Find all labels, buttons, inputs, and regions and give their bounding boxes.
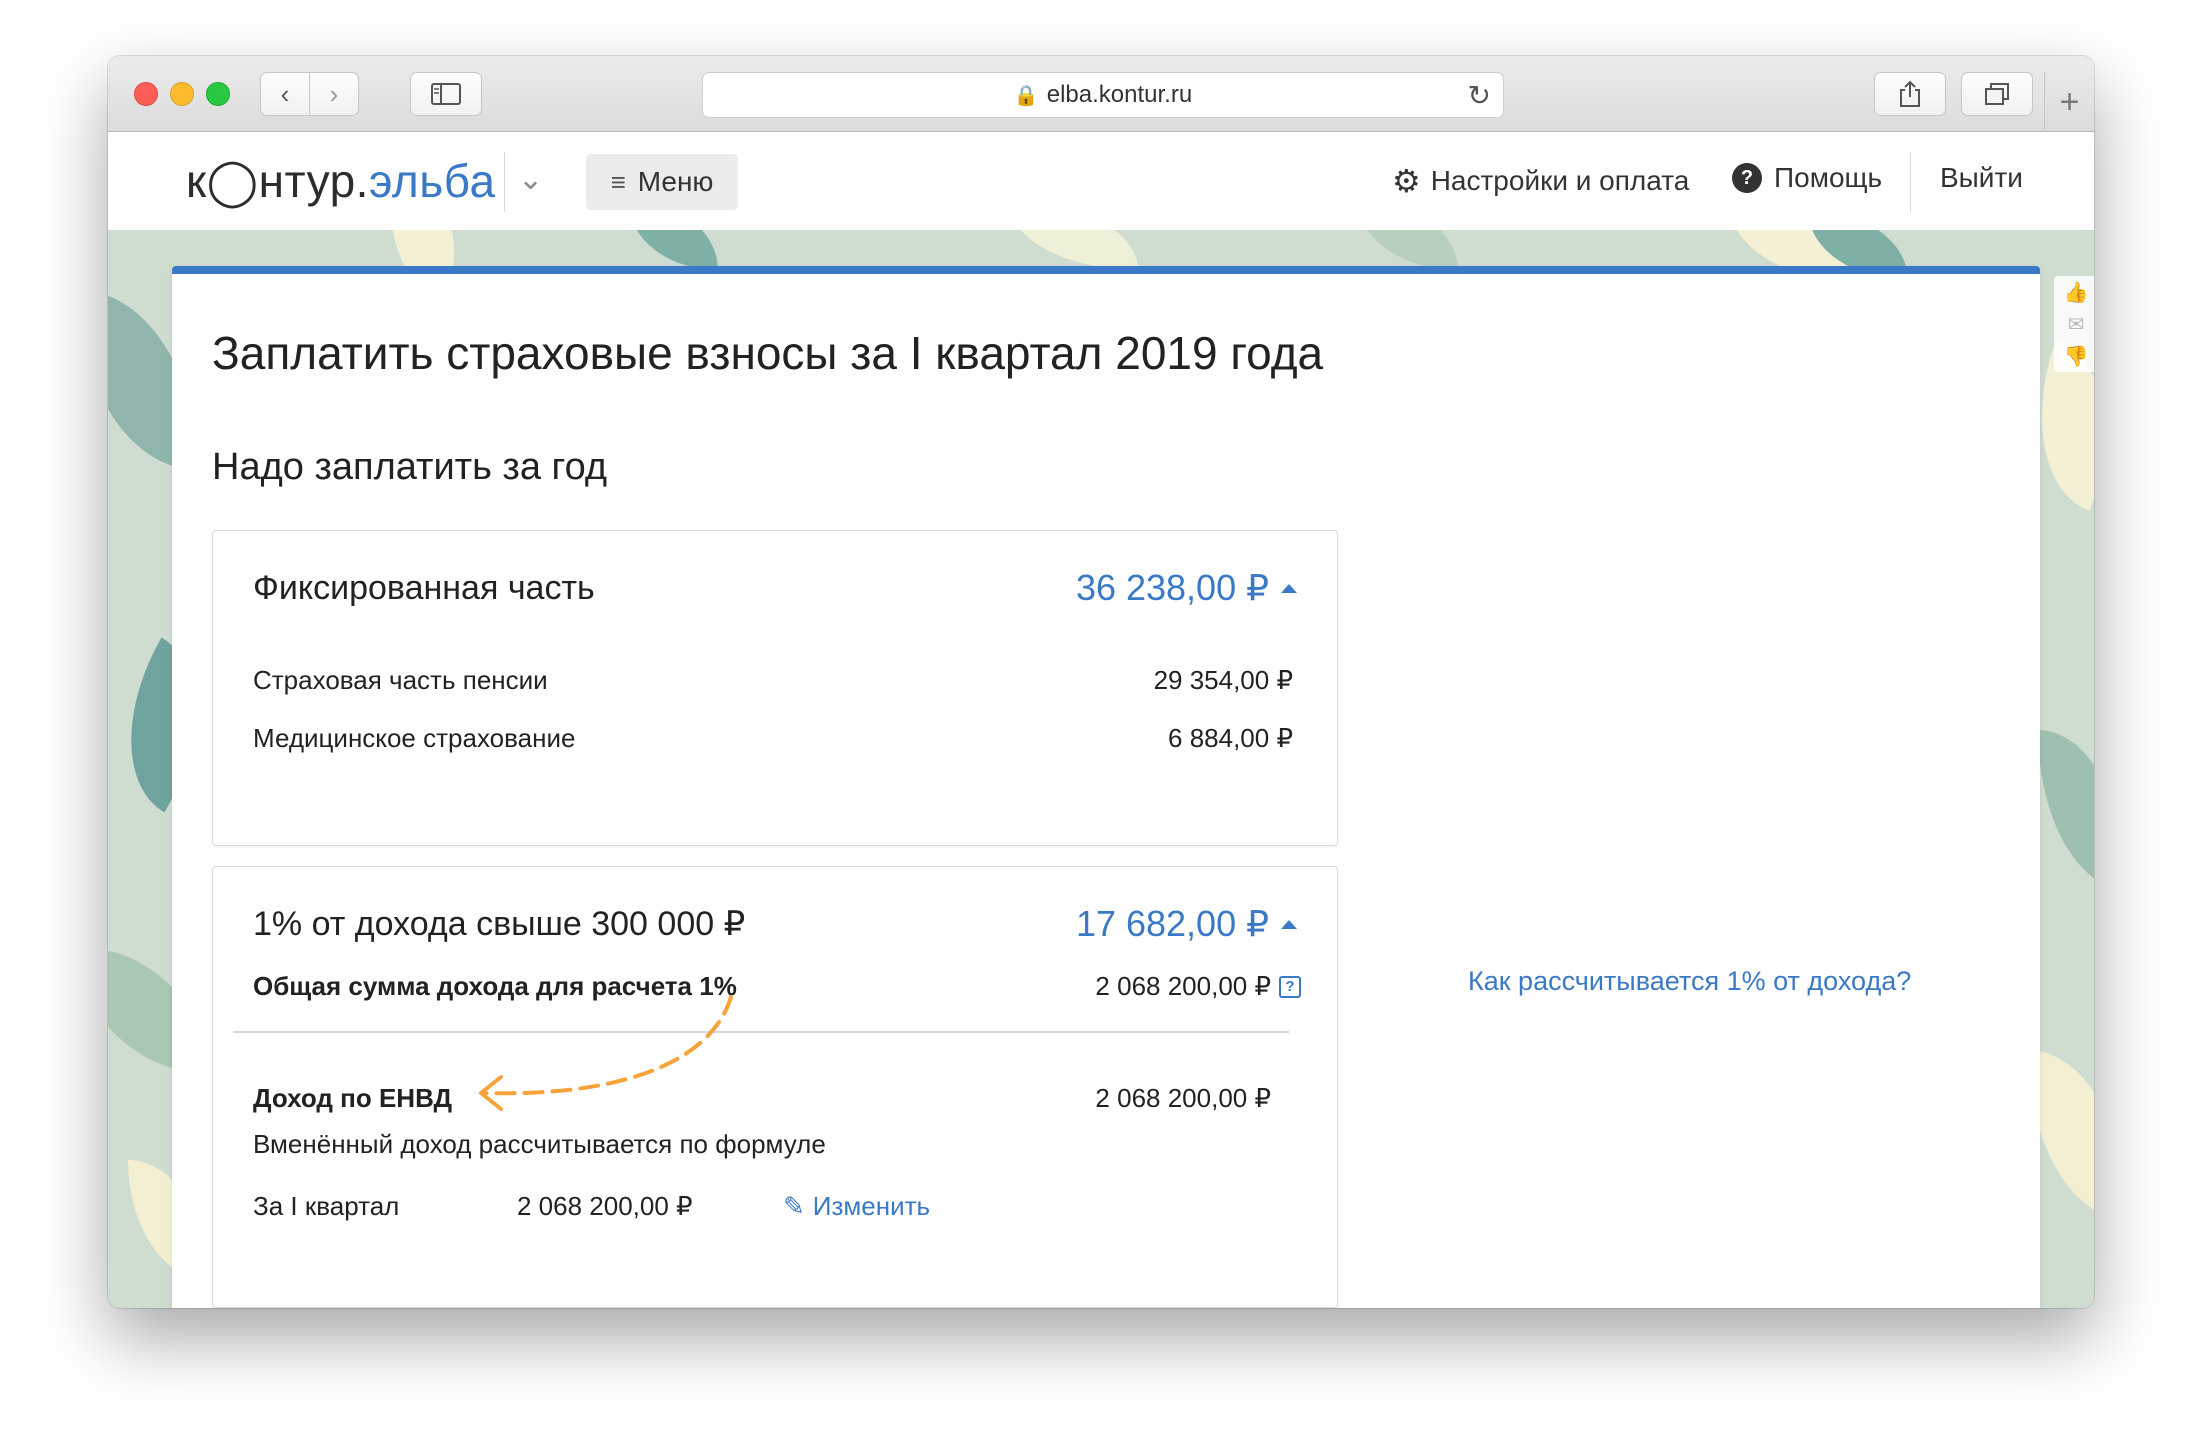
logo-main-text: к◯нтур. bbox=[186, 155, 369, 207]
medical-label: Медицинское страхование bbox=[253, 723, 576, 753]
help-link[interactable]: ? Помощь bbox=[1732, 162, 1882, 194]
gear-icon: ⚙ bbox=[1392, 163, 1421, 199]
sidebar-icon bbox=[431, 83, 461, 105]
page-title: Заплатить страховые взносы за I квартал … bbox=[212, 327, 1324, 379]
formula-note: Вменённый доход рассчитывается по формул… bbox=[253, 1129, 826, 1159]
how-1-percent-calculated-link[interactable]: Как рассчитывается 1% от дохода? bbox=[1468, 966, 1911, 997]
sidebar-toggle-button[interactable] bbox=[410, 72, 482, 116]
medical-value: 6 884,00 ₽ bbox=[1168, 723, 1293, 753]
collapse-caret-icon bbox=[1281, 919, 1297, 929]
thumbs-down-icon[interactable]: 👎 bbox=[2064, 344, 2089, 369]
percent-amount-value: 17 682,00 ₽ bbox=[1075, 903, 1269, 944]
pencil-icon: ✎ bbox=[783, 1191, 805, 1221]
menu-label: Меню bbox=[637, 166, 714, 197]
chevron-right-icon: › bbox=[329, 78, 339, 109]
fixed-part-amount-value: 36 238,00 ₽ bbox=[1075, 567, 1269, 608]
fixed-part-label: Фиксированная часть bbox=[253, 568, 595, 607]
section-divider bbox=[233, 1031, 1289, 1033]
hamburger-icon: ≡ bbox=[610, 166, 626, 197]
address-url: elba.kontur.ru bbox=[1046, 81, 1193, 108]
section-title: Надо заплатить за год bbox=[212, 446, 608, 488]
collapse-caret-icon bbox=[1281, 583, 1297, 593]
total-income-value: 2 068 200,00 ₽ bbox=[1095, 971, 1271, 1001]
medical-row: Медицинское страхование 6 884,00 ₽ bbox=[253, 723, 1293, 754]
help-icon: ? bbox=[1732, 163, 1762, 193]
fixed-part-amount[interactable]: 36 238,00 ₽ bbox=[1076, 567, 1297, 609]
tabs-icon bbox=[1985, 83, 2009, 105]
header-divider bbox=[504, 152, 505, 212]
quarter-value: 2 068 200,00 ₽ bbox=[517, 1191, 693, 1221]
feedback-widget: 👍 ✉ 👎 bbox=[2054, 276, 2094, 372]
logout-link[interactable]: Выйти bbox=[1940, 162, 2023, 194]
question-hint-icon[interactable]: ? bbox=[1279, 975, 1301, 998]
envelope-icon[interactable]: ✉ bbox=[2068, 312, 2085, 337]
lock-icon: 🔒 bbox=[1013, 84, 1039, 107]
close-window-button[interactable] bbox=[134, 82, 158, 106]
address-bar[interactable]: 🔒 elba.kontur.ru ↻ bbox=[702, 72, 1504, 118]
minimize-window-button[interactable] bbox=[170, 82, 194, 106]
quarter-row: За I квартал 2 068 200,00 ₽ ✎ Изменить bbox=[253, 1191, 1293, 1222]
forward-button[interactable]: › bbox=[309, 72, 359, 116]
logo-accent-text: эльба bbox=[368, 155, 496, 207]
share-icon bbox=[1900, 80, 1920, 107]
edit-label: Изменить bbox=[812, 1191, 931, 1221]
header-divider-right bbox=[1910, 152, 1911, 212]
kontur-elba-logo[interactable]: к◯нтур.эльба bbox=[186, 154, 496, 208]
total-income-row: Общая сумма дохода для расчета 1% 2 068 … bbox=[253, 971, 1301, 1002]
quarter-label: За I квартал bbox=[253, 1191, 400, 1221]
browser-window: ‹ › 🔒 elba.kontur.ru ↻ + к◯нтур.эльба ⌄ … bbox=[108, 56, 2094, 1308]
new-tab-button[interactable]: + bbox=[2044, 72, 2094, 132]
browser-toolbar: ‹ › 🔒 elba.kontur.ru ↻ + bbox=[108, 56, 2094, 132]
envd-value: 2 068 200,00 ₽ bbox=[1095, 1083, 1271, 1113]
chevron-left-icon: ‹ bbox=[280, 78, 290, 109]
settings-label: Настройки и оплата bbox=[1430, 165, 1690, 196]
app-header: к◯нтур.эльба ⌄ ≡ Меню ⚙ Настройки и опла… bbox=[108, 132, 2094, 230]
pension-value: 29 354,00 ₽ bbox=[1153, 665, 1293, 695]
menu-button[interactable]: ≡ Меню bbox=[586, 154, 738, 210]
percent-header[interactable]: 1% от дохода свыше 300 000 ₽ 17 682,00 ₽ bbox=[253, 903, 1297, 945]
annotation-arrow bbox=[479, 995, 733, 1111]
pension-row: Страховая часть пенсии 29 354,00 ₽ bbox=[253, 665, 1293, 696]
pension-label: Страховая часть пенсии bbox=[253, 665, 548, 695]
main-card: Заплатить страховые взносы за I квартал … bbox=[172, 266, 2040, 1308]
percent-panel: 1% от дохода свыше 300 000 ₽ 17 682,00 ₽… bbox=[212, 866, 1338, 1308]
total-income-value-wrap: 2 068 200,00 ₽ ? bbox=[1095, 971, 1301, 1002]
fixed-part-header[interactable]: Фиксированная часть 36 238,00 ₽ bbox=[253, 567, 1297, 609]
envd-label: Доход по ЕНВД bbox=[253, 1083, 453, 1113]
plus-icon: + bbox=[2059, 82, 2080, 121]
percent-amount[interactable]: 17 682,00 ₽ bbox=[1076, 903, 1297, 945]
product-switcher-chevron-icon[interactable]: ⌄ bbox=[518, 162, 543, 197]
reload-icon[interactable]: ↻ bbox=[1468, 79, 1491, 112]
tabs-overview-button[interactable] bbox=[1961, 72, 2033, 116]
edit-income-link[interactable]: ✎ Изменить bbox=[783, 1191, 930, 1222]
settings-link[interactable]: ⚙ Настройки и оплата bbox=[1392, 162, 1689, 200]
thumbs-up-icon[interactable]: 👍 bbox=[2064, 280, 2089, 305]
share-button[interactable] bbox=[1874, 72, 1946, 116]
logout-label: Выйти bbox=[1940, 162, 2023, 193]
percent-label: 1% от дохода свыше 300 000 ₽ bbox=[253, 905, 746, 943]
envd-row: Доход по ЕНВД 2 068 200,00 ₽ bbox=[253, 1083, 1271, 1114]
maximize-window-button[interactable] bbox=[206, 82, 230, 106]
back-button[interactable]: ‹ bbox=[260, 72, 310, 116]
help-label: Помощь bbox=[1774, 162, 1883, 193]
formula-note-row: Вменённый доход рассчитывается по формул… bbox=[253, 1129, 1293, 1160]
fixed-part-panel: Фиксированная часть 36 238,00 ₽ Страхова… bbox=[212, 530, 1338, 846]
